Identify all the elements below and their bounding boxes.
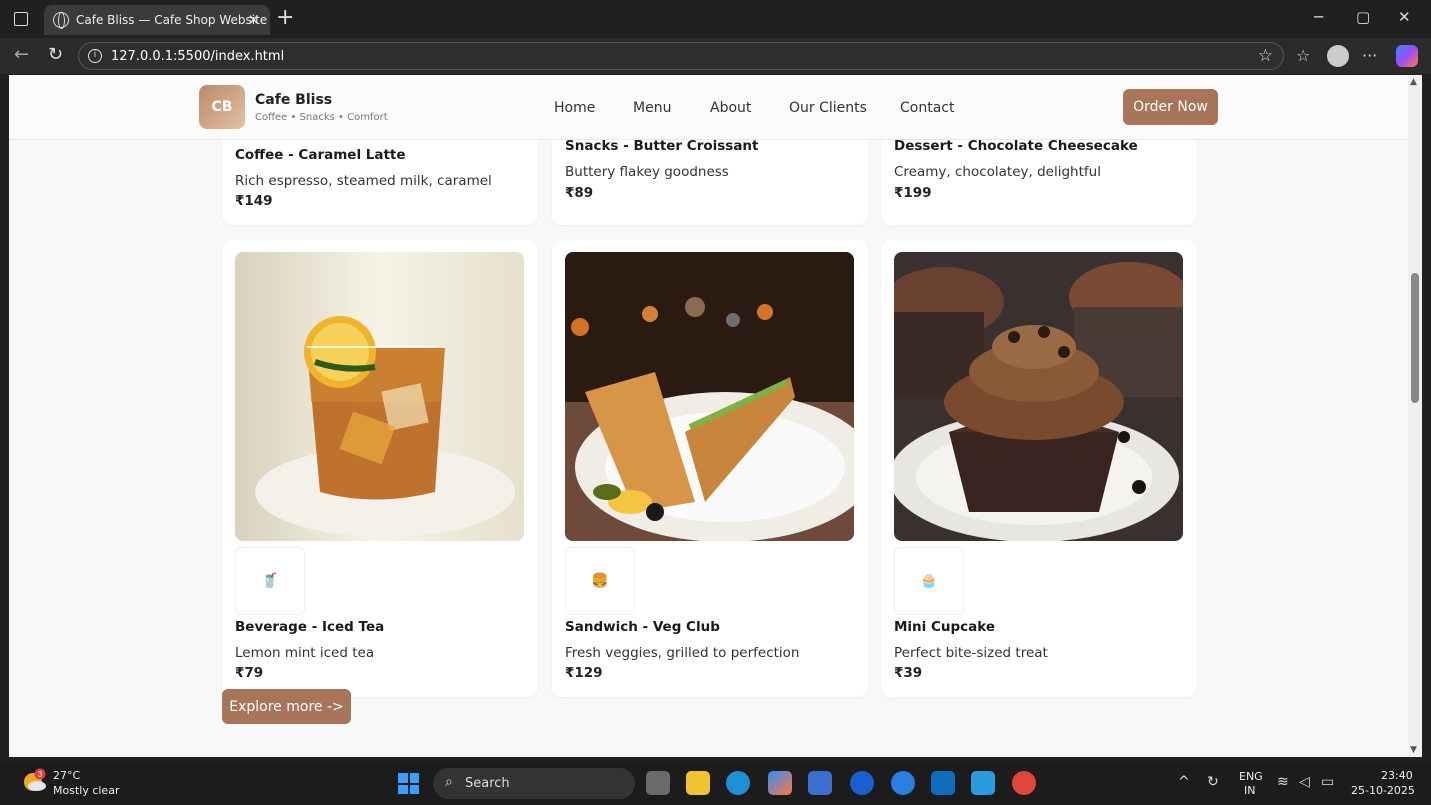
card-price: ₹129 bbox=[565, 665, 603, 681]
search-label: Search bbox=[465, 776, 510, 791]
tab-strip: Cafe Bliss — Cafe Shop Website ✕ + ─ ▢ ✕ bbox=[0, 0, 1431, 38]
card-price: ₹89 bbox=[565, 185, 594, 201]
scrollbar-thumb[interactable] bbox=[1411, 273, 1419, 403]
weather-text: Mostly clear bbox=[53, 784, 120, 797]
cupcake-emoji-icon: 🧁 bbox=[894, 547, 964, 615]
brand-tagline: Coffee • Snacks • Comfort bbox=[255, 112, 388, 123]
vscode-icon[interactable] bbox=[971, 771, 995, 795]
copilot-app-icon[interactable] bbox=[768, 771, 792, 795]
file-explorer-icon[interactable] bbox=[686, 771, 710, 795]
globe-icon bbox=[53, 12, 69, 29]
card-price: ₹39 bbox=[894, 665, 923, 681]
help-icon[interactable] bbox=[891, 771, 915, 795]
nav-our-clients[interactable]: Our Clients bbox=[789, 100, 867, 116]
card-price: ₹149 bbox=[235, 193, 273, 209]
task-view-icon[interactable] bbox=[646, 771, 670, 795]
maximize-icon[interactable]: ▢ bbox=[1356, 8, 1370, 26]
logo-badge[interactable]: CB bbox=[199, 85, 245, 129]
address-bar-row: ← ↻ i 127.0.0.1:5500/index.html ☆ ☆ ··· bbox=[0, 38, 1431, 74]
url-input[interactable]: i 127.0.0.1:5500/index.html ☆ bbox=[78, 42, 1284, 70]
tab-actions-icon[interactable] bbox=[14, 12, 28, 26]
card-title: Snacks - Butter Croissant bbox=[565, 138, 759, 154]
card-description: Creamy, chocolatey, delightful bbox=[894, 164, 1101, 180]
weather-badge: 3 bbox=[38, 770, 43, 779]
minimize-icon[interactable]: ─ bbox=[1314, 8, 1323, 26]
more-icon[interactable]: ··· bbox=[1362, 46, 1377, 65]
sandwich-photo bbox=[565, 252, 854, 541]
browser-window: Cafe Bliss — Cafe Shop Website ✕ + ─ ▢ ✕… bbox=[0, 0, 1431, 805]
card-description: Buttery flakey goodness bbox=[565, 164, 729, 180]
windows-start-icon[interactable] bbox=[398, 773, 419, 794]
battery-icon[interactable]: ▭ bbox=[1321, 774, 1334, 790]
favorite-star-icon[interactable]: ☆ bbox=[1258, 46, 1273, 66]
favorites-icon[interactable]: ☆ bbox=[1296, 46, 1310, 65]
nav-contact[interactable]: Contact bbox=[900, 100, 954, 116]
menu-card[interactable]: 🥤 Beverage - Iced Tea Lemon mint iced te… bbox=[222, 240, 538, 697]
temperature: 27°C bbox=[53, 769, 81, 782]
taskbar: 3 27°C Mostly clear ⌕ Search ^ ↻ ENG IN … bbox=[0, 762, 1431, 805]
store-icon[interactable] bbox=[808, 771, 832, 795]
site-header: CB Cafe Bliss Coffee • Snacks • Comfort … bbox=[9, 75, 1408, 140]
card-description: Lemon mint iced tea bbox=[235, 645, 375, 661]
language-bottom[interactable]: IN bbox=[1244, 784, 1255, 797]
page-scrollbar[interactable]: ▲ ▼ bbox=[1408, 75, 1422, 757]
hp-icon[interactable] bbox=[850, 771, 874, 795]
card-title: Coffee - Caramel Latte bbox=[235, 147, 406, 163]
wifi-icon[interactable]: ≋ bbox=[1277, 774, 1289, 790]
chrome-icon[interactable] bbox=[1012, 771, 1036, 795]
profile-avatar[interactable] bbox=[1327, 45, 1349, 67]
clock-time[interactable]: 23:40 bbox=[1381, 769, 1413, 782]
card-description: Perfect bite-sized treat bbox=[894, 645, 1048, 661]
show-hidden-icons[interactable]: ^ bbox=[1178, 774, 1190, 790]
volume-icon[interactable]: ◁ bbox=[1299, 774, 1310, 790]
card-description: Rich espresso, steamed milk, caramel bbox=[235, 173, 492, 189]
url-text: 127.0.0.1:5500/index.html bbox=[111, 48, 285, 64]
card-price: ₹199 bbox=[894, 185, 932, 201]
menu-card[interactable]: 🧁 Mini Cupcake Perfect bite-sized treat … bbox=[881, 240, 1197, 697]
clock-date[interactable]: 25-10-2025 bbox=[1351, 784, 1415, 797]
menu-card[interactable]: 🍔 Sandwich - Veg Club Fresh veggies, gri… bbox=[552, 240, 868, 697]
card-title: Dessert - Chocolate Cheesecake bbox=[894, 138, 1138, 154]
nav-home[interactable]: Home bbox=[554, 100, 595, 116]
card-title: Sandwich - Veg Club bbox=[565, 619, 720, 635]
language-top[interactable]: ENG bbox=[1239, 770, 1263, 783]
tab-active[interactable]: Cafe Bliss — Cafe Shop Website ✕ bbox=[44, 5, 270, 35]
new-tab-button[interactable]: + bbox=[276, 5, 294, 30]
card-description: Fresh veggies, grilled to perfection bbox=[565, 645, 800, 661]
sandwich-emoji-icon: 🍔 bbox=[565, 547, 635, 615]
nav-about[interactable]: About bbox=[710, 100, 751, 116]
nav-menu[interactable]: Menu bbox=[633, 100, 671, 116]
edge-icon[interactable] bbox=[726, 771, 750, 795]
beverage-emoji-icon: 🥤 bbox=[235, 547, 305, 615]
weather-moon-icon[interactable]: 3 bbox=[22, 768, 48, 794]
refresh-icon[interactable]: ↻ bbox=[48, 44, 63, 65]
tab-title: Cafe Bliss — Cafe Shop Website bbox=[76, 13, 268, 27]
scroll-down-icon[interactable]: ▼ bbox=[1410, 745, 1417, 755]
search-icon: ⌕ bbox=[445, 774, 453, 790]
page-viewport: Coffee - Caramel Latte Rich espresso, st… bbox=[9, 75, 1408, 757]
card-price: ₹79 bbox=[235, 665, 264, 681]
site-info-icon[interactable]: i bbox=[88, 49, 102, 63]
copilot-icon[interactable] bbox=[1396, 45, 1418, 67]
back-icon[interactable]: ← bbox=[14, 44, 29, 65]
taskbar-search[interactable]: ⌕ Search bbox=[433, 768, 635, 799]
explore-more-button[interactable]: Explore more -> bbox=[222, 689, 351, 724]
card-title: Mini Cupcake bbox=[894, 619, 996, 635]
iced-tea-photo bbox=[235, 252, 524, 541]
brand-name: Cafe Bliss bbox=[255, 92, 333, 108]
scroll-up-icon[interactable]: ▲ bbox=[1410, 77, 1417, 87]
close-window-icon[interactable]: ✕ bbox=[1398, 8, 1411, 26]
cupcake-photo bbox=[894, 252, 1183, 541]
tab-close-icon[interactable]: ✕ bbox=[247, 11, 260, 29]
order-now-button[interactable]: Order Now bbox=[1123, 89, 1218, 125]
card-title: Beverage - Iced Tea bbox=[235, 619, 385, 635]
outlook-icon[interactable] bbox=[931, 771, 955, 795]
sync-icon[interactable]: ↻ bbox=[1207, 774, 1219, 790]
